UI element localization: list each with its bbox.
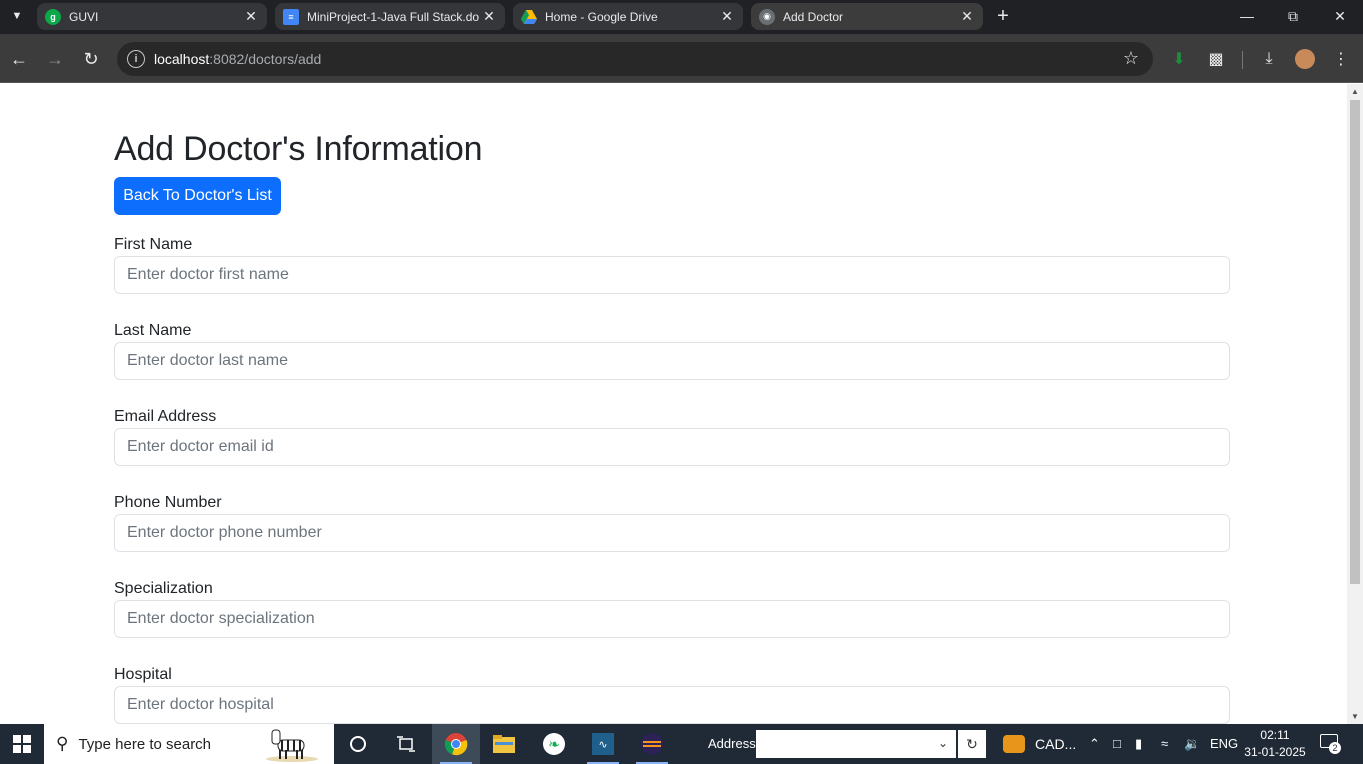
battery-icon[interactable]: ▮ bbox=[1135, 736, 1142, 752]
field-label: First Name bbox=[114, 236, 193, 253]
url-host: localhost bbox=[154, 51, 210, 67]
tray-app-label[interactable]: CAD... bbox=[1035, 736, 1076, 752]
tab-strip: ▼ g GUVI ✕ ≡ MiniProject-1-Java Full Sta… bbox=[0, 0, 1363, 34]
chevron-down-icon[interactable]: ⌄ bbox=[938, 736, 948, 750]
tab-title: Add Doctor bbox=[783, 9, 844, 24]
address-toolbar-label: Address bbox=[708, 736, 756, 751]
field-label: Phone Number bbox=[114, 494, 222, 511]
hospital-field: Hospital Enter doctor hospital bbox=[114, 666, 1230, 724]
tab-title: MiniProject-1-Java Full Stack.do bbox=[307, 9, 480, 24]
wifi-icon[interactable]: ≈ bbox=[1161, 736, 1168, 751]
mysql-workbench-icon[interactable]: ∿ bbox=[579, 724, 627, 764]
close-icon[interactable]: ✕ bbox=[481, 8, 497, 25]
windows-start-icon[interactable] bbox=[0, 724, 44, 764]
taskbar-search-box[interactable]: ⚲ Type here to search bbox=[44, 724, 334, 764]
tab-guvi[interactable]: g GUVI ✕ bbox=[37, 3, 267, 30]
restore-icon[interactable]: ⧉ bbox=[1270, 0, 1316, 32]
mongodb-compass-icon[interactable]: ❧ bbox=[530, 724, 578, 764]
docs-icon: ≡ bbox=[283, 8, 299, 25]
tab-title: GUVI bbox=[69, 9, 99, 24]
hospital-input[interactable]: Enter doctor hospital bbox=[114, 686, 1230, 724]
close-icon[interactable]: ✕ bbox=[719, 8, 735, 25]
scroll-up-arrow-icon[interactable]: ▲ bbox=[1351, 87, 1359, 96]
extensions-puzzle-icon[interactable]: ▩ bbox=[1203, 46, 1229, 72]
search-icon: ⚲ bbox=[56, 734, 69, 753]
field-label: Email Address bbox=[114, 408, 217, 425]
minimize-icon[interactable]: — bbox=[1224, 0, 1270, 32]
site-info-icon[interactable]: i bbox=[127, 50, 145, 68]
file-explorer-icon[interactable] bbox=[480, 724, 528, 764]
eclipse-icon[interactable] bbox=[628, 724, 676, 764]
chrome-taskbar-icon[interactable] bbox=[432, 724, 480, 764]
url-path: :8082/doctors/add bbox=[209, 51, 322, 67]
first-name-input[interactable]: Enter doctor first name bbox=[114, 256, 1230, 294]
downloads-icon[interactable]: ⤓ bbox=[1256, 46, 1282, 72]
phone-field: Phone Number Enter doctor phone number bbox=[114, 494, 1230, 552]
last-name-input[interactable]: Enter doctor last name bbox=[114, 342, 1230, 380]
globe-icon: ◉ bbox=[759, 8, 775, 25]
kebab-menu-icon[interactable]: ⋮ bbox=[1328, 46, 1354, 72]
download-extension-icon[interactable]: ⬇ bbox=[1166, 46, 1192, 72]
last-name-field: Last Name Enter doctor last name bbox=[114, 322, 1230, 380]
clock-date: 31-01-2025 bbox=[1244, 745, 1306, 759]
field-label: Hospital bbox=[114, 666, 172, 683]
field-label: Specialization bbox=[114, 580, 213, 597]
address-toolbar-input[interactable]: ⌄ bbox=[756, 730, 956, 758]
tab-title: Home - Google Drive bbox=[545, 9, 658, 24]
volume-icon[interactable]: 🔉 bbox=[1184, 736, 1200, 752]
zebra-illustration-icon bbox=[266, 729, 318, 762]
forward-arrow-icon[interactable]: → bbox=[42, 46, 68, 72]
address-refresh-icon[interactable]: ↻ bbox=[958, 730, 986, 758]
phone-input[interactable]: Enter doctor phone number bbox=[114, 514, 1230, 552]
notification-count: 2 bbox=[1329, 742, 1341, 754]
url-text[interactable]: localhost:8082/doctors/add bbox=[154, 51, 321, 67]
specialization-input[interactable]: Enter doctor specialization bbox=[114, 600, 1230, 638]
reload-icon[interactable]: ↻ bbox=[78, 46, 104, 72]
cad-app-icon[interactable] bbox=[992, 724, 1036, 764]
language-indicator[interactable]: ENG bbox=[1210, 736, 1238, 751]
scroll-down-arrow-icon[interactable]: ▼ bbox=[1351, 712, 1359, 721]
meet-now-icon[interactable]: □ bbox=[1113, 736, 1121, 751]
email-field: Email Address Enter doctor email id bbox=[114, 408, 1230, 466]
show-hidden-icons-chevron-icon[interactable]: ⌃ bbox=[1089, 736, 1100, 752]
back-arrow-icon[interactable]: ← bbox=[6, 46, 32, 72]
tab-miniproject[interactable]: ≡ MiniProject-1-Java Full Stack.do ✕ bbox=[275, 3, 505, 30]
browser-toolbar: ← → ↻ i localhost:8082/doctors/add ☆ ⬇ ▩… bbox=[0, 34, 1363, 83]
page-scrollbar[interactable]: ▲ ▼ bbox=[1347, 84, 1363, 724]
bookmark-star-icon[interactable]: ☆ bbox=[1123, 48, 1139, 69]
toolbar-divider bbox=[1242, 51, 1243, 69]
tab-google-drive[interactable]: Home - Google Drive ✕ bbox=[513, 3, 743, 30]
tab-add-doctor[interactable]: ◉ Add Doctor ✕ bbox=[751, 3, 983, 30]
taskbar-search-placeholder: Type here to search bbox=[78, 735, 212, 753]
taskbar-clock[interactable]: 02:11 31-01-2025 bbox=[1244, 727, 1306, 761]
tab-search-chevron-icon[interactable]: ▼ bbox=[4, 4, 30, 28]
field-label: Last Name bbox=[114, 322, 192, 339]
specialization-field: Specialization Enter doctor specializati… bbox=[114, 580, 1230, 638]
window-close-icon[interactable]: ✕ bbox=[1317, 0, 1363, 32]
email-input[interactable]: Enter doctor email id bbox=[114, 428, 1230, 466]
guvi-icon: g bbox=[45, 8, 61, 25]
page-title: Add Doctor's Information bbox=[114, 130, 483, 168]
address-bar[interactable]: i localhost:8082/doctors/add ☆ bbox=[117, 42, 1153, 76]
back-to-doctors-list-button[interactable]: Back To Doctor's List bbox=[114, 177, 281, 215]
close-icon[interactable]: ✕ bbox=[959, 8, 975, 25]
notification-center-icon[interactable]: 2 bbox=[1320, 734, 1342, 754]
page-viewport: Add Doctor's Information Back To Doctor'… bbox=[0, 84, 1347, 724]
cortana-circle-icon[interactable] bbox=[334, 724, 382, 764]
clock-time: 02:11 bbox=[1260, 728, 1290, 742]
close-icon[interactable]: ✕ bbox=[243, 8, 259, 25]
scrollbar-thumb[interactable] bbox=[1350, 100, 1360, 584]
profile-avatar[interactable] bbox=[1292, 46, 1318, 72]
task-view-icon[interactable] bbox=[382, 724, 430, 764]
new-tab-plus-icon[interactable]: + bbox=[990, 4, 1016, 28]
drive-icon bbox=[521, 9, 537, 25]
first-name-field: First Name Enter doctor first name bbox=[114, 236, 1230, 294]
windows-taskbar: ⚲ Type here to search ❧ ∿ Address ⌄ ↻ CA… bbox=[0, 724, 1363, 764]
